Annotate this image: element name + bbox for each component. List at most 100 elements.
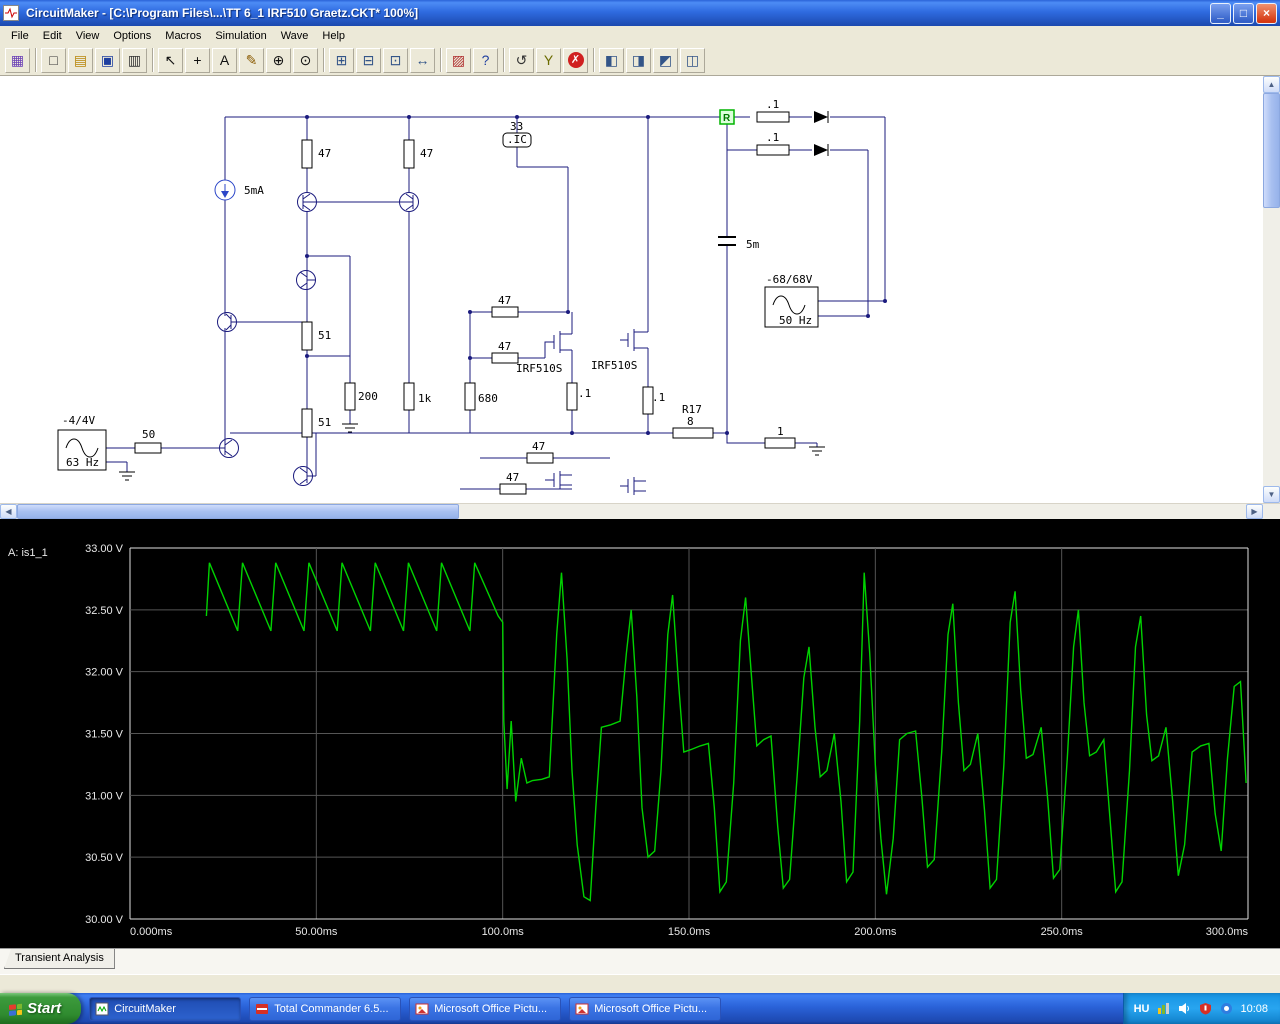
schematic-label: 63 Hz [66, 456, 99, 469]
split-view-icon: ↔ [415, 52, 430, 68]
schematic-label: 47 [318, 147, 331, 160]
trace-label: A: is1_1 [8, 547, 48, 559]
probe-tool-button[interactable]: Y [536, 47, 561, 73]
x-tick-label: 100.0ms [482, 926, 525, 938]
help-button[interactable]: ? [473, 47, 498, 73]
schematic-label: 51 [318, 416, 331, 429]
wire-tool-button[interactable]: + [185, 47, 210, 73]
menu-wave[interactable]: Wave [274, 28, 316, 44]
menu-macros[interactable]: Macros [158, 28, 208, 44]
grid-window-button[interactable]: ◫ [680, 47, 705, 73]
transistor-symbols [220, 193, 646, 495]
text-tool-button[interactable]: A [212, 47, 237, 73]
start-button[interactable]: Start [0, 993, 82, 1024]
menu-simulation[interactable]: Simulation [208, 28, 273, 44]
reset-button[interactable]: ↺ [509, 47, 534, 73]
schematic-label: -68/68V [766, 273, 813, 286]
schematic-label: 5m [746, 238, 760, 251]
tab-transient-analysis[interactable]: Transient Analysis [4, 949, 115, 969]
menu-view[interactable]: View [69, 28, 107, 44]
title-bar[interactable]: CircuitMaker - [C:\Program Files\...\TT … [0, 0, 1280, 26]
capacitor [718, 236, 736, 246]
horizontal-scrollbar[interactable]: ◀ ▶ [0, 503, 1280, 519]
current-source [214, 179, 236, 201]
analysis-window-icon: ◩ [658, 52, 673, 68]
volume-tray-icon[interactable] [1177, 1002, 1191, 1016]
edit-tool-button[interactable]: ✎ [239, 47, 264, 73]
taskbar-task-microsoft-office-pictu[interactable]: Microsoft Office Pictu... [569, 996, 722, 1021]
picture-manager-icon [575, 1002, 589, 1016]
taskbar: Start CircuitMaker Total Commander 6.5...… [0, 993, 1280, 1024]
scroll-down-button[interactable]: ▼ [1263, 486, 1280, 503]
schematic-label: .IC [507, 133, 527, 146]
zoom-in-tool-button[interactable]: ⊕ [266, 47, 291, 73]
sheet-up-button[interactable]: ⊟ [356, 47, 381, 73]
start-label: Start [27, 1000, 62, 1017]
status-strip [0, 974, 1280, 993]
network-activity-tray-icon[interactable] [1156, 1002, 1170, 1016]
analysis-window-button[interactable]: ◩ [653, 47, 678, 73]
split-view-button[interactable]: ↔ [410, 47, 435, 73]
task-label: CircuitMaker [114, 1002, 176, 1015]
toolbar-separator [323, 48, 324, 72]
menu-file[interactable]: File [4, 28, 36, 44]
messenger-tray-icon[interactable] [1219, 1002, 1233, 1016]
schematic-canvas[interactable]: R 5mA 47 47 33.IC .1 .1 5m -68/68V 50 Hz 47 47 51 51… [0, 76, 1263, 503]
save-button[interactable]: ▣ [95, 47, 120, 73]
minimize-button[interactable]: _ [1210, 2, 1231, 24]
waveform-window-icon: ◨ [631, 52, 646, 68]
stop-simulation-icon: ✗ [567, 52, 584, 68]
close-button[interactable]: × [1256, 2, 1277, 24]
vertical-scroll-thumb[interactable] [1263, 93, 1280, 208]
select-tool-button[interactable]: ↖ [158, 47, 183, 73]
taskbar-task-circuitmaker[interactable]: CircuitMaker [89, 996, 242, 1021]
mixed-mode-button[interactable]: ▨ [446, 47, 471, 73]
waveform-window-button[interactable]: ◨ [626, 47, 651, 73]
analysis-tab-bar: Transient Analysis [0, 948, 1280, 974]
language-indicator[interactable]: HU [1134, 1003, 1150, 1015]
print-button[interactable]: ▥ [122, 47, 147, 73]
system-tray: HU 10:08 [1122, 993, 1280, 1024]
scroll-up-button[interactable]: ▲ [1263, 76, 1280, 93]
select-tool-icon: ↖ [164, 52, 177, 68]
new-button[interactable]: □ [41, 47, 66, 73]
sheet-down-button[interactable]: ⊡ [383, 47, 408, 73]
zoom-tool-button[interactable]: ⊙ [293, 47, 318, 73]
search-button[interactable]: ⊞ [329, 47, 354, 73]
schematic-label: 51 [318, 329, 331, 342]
maximize-button[interactable]: □ [1233, 2, 1254, 24]
probe-marker[interactable]: R [719, 109, 735, 125]
scroll-left-button[interactable]: ◀ [0, 504, 17, 519]
mixed-mode-icon: ▨ [451, 52, 466, 68]
taskbar-task-total-commander-6-5[interactable]: Total Commander 6.5... [249, 996, 402, 1021]
schematic-vertical-scrollbar[interactable]: ▲ ▼ [1263, 76, 1280, 503]
schematic-label: 8 [687, 415, 694, 428]
waveform-plot[interactable]: A: is1_1 33.00 V 32.50 V 32.00 V 31.50 V 31.… [0, 519, 1280, 948]
scroll-right-button[interactable]: ▶ [1246, 504, 1263, 519]
digital-analog-button[interactable]: ▦ [5, 47, 30, 73]
schematic-label: 47 [532, 440, 545, 453]
picture-manager-icon [415, 1002, 429, 1016]
schematic-label: 5mA [244, 184, 264, 197]
diodes [814, 111, 829, 156]
stop-simulation-button[interactable]: ✗ [563, 47, 588, 73]
probe-marker-label: R [723, 113, 731, 124]
toolbar-separator [440, 48, 441, 72]
menu-help[interactable]: Help [315, 28, 352, 44]
horizontal-scroll-thumb[interactable] [17, 504, 459, 519]
taskbar-task-microsoft-office-pictu[interactable]: Microsoft Office Pictu... [409, 996, 562, 1021]
x-tick-label: 250.0ms [1041, 926, 1084, 938]
waveform-trace [205, 562, 1247, 902]
schematic-label: 680 [478, 392, 498, 405]
menu-options[interactable]: Options [106, 28, 158, 44]
menu-edit[interactable]: Edit [36, 28, 69, 44]
grid-window-icon: ◫ [685, 52, 700, 68]
scope-window-button[interactable]: ◧ [599, 47, 624, 73]
schematic-label: 47 [498, 294, 511, 307]
schematic-label: 33 [510, 120, 523, 133]
open-button[interactable]: ▤ [68, 47, 93, 73]
schematic-label: 50 [142, 428, 155, 441]
schematic-label: 47 [420, 147, 433, 160]
schematic-label: .1 [766, 98, 779, 111]
security-tray-icon[interactable] [1198, 1002, 1212, 1016]
